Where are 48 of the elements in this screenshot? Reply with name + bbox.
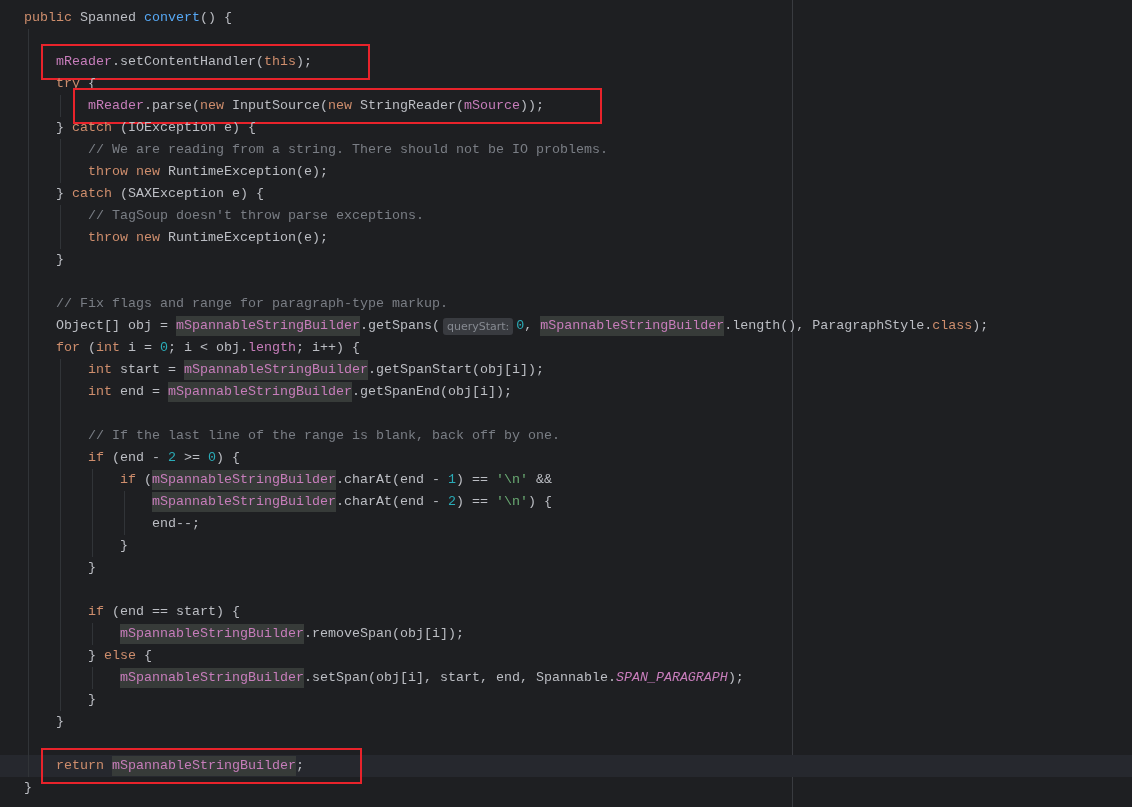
- code-text: return: [56, 757, 105, 775]
- code-text: ;: [295, 757, 304, 775]
- code-text: }: [120, 537, 128, 555]
- code-text: for (int i = 0; i < obj.length; i++) {: [56, 339, 360, 357]
- code-text: } catch (SAXException e) {: [56, 185, 264, 203]
- highlighted-identifier: mSpannableStringBuilder: [184, 360, 368, 380]
- code-text: int start =: [88, 361, 177, 379]
- code-text: .setSpan(obj[i], start, end, Spannable.SPAN_PARAGRAPH);: [303, 669, 744, 687]
- code-text: .getSpanStart(obj[i]);: [367, 361, 544, 379]
- code-text: } else {: [88, 647, 152, 665]
- highlighted-identifier: mSpannableStringBuilder: [540, 316, 725, 336]
- code-text: mReader.setContentHandler(this);: [56, 53, 312, 71]
- code-text: if (end - 2 >= 0) {: [88, 449, 240, 467]
- code-text: }: [56, 713, 64, 731]
- code-text: .removeSpan(obj[i]);: [303, 625, 464, 643]
- code-comment: // TagSoup doesn't throw parse exceptions.: [88, 207, 424, 225]
- code-text: throw new RuntimeException(e);: [88, 163, 328, 181]
- code-text: } catch (IOException e) {: [56, 119, 256, 137]
- code-text: 0,: [516, 317, 534, 335]
- code-text: }: [88, 691, 96, 709]
- highlighted-identifier: mSpannableStringBuilder: [152, 492, 336, 512]
- code-editor[interactable]: [0, 0, 1132, 807]
- code-text: .length(), ParagraphStyle.class);: [724, 317, 989, 335]
- code-comment: // If the last line of the range is blank, back off by one.: [88, 427, 560, 445]
- highlighted-identifier: mSpannableStringBuilder: [152, 470, 336, 490]
- code-text: .charAt(end - 2) == '\n') {: [335, 493, 552, 511]
- code-text: public Spanned convert() {: [24, 9, 232, 27]
- highlighted-identifier: mSpannableStringBuilder: [120, 668, 304, 688]
- code-text: .getSpans(: [359, 317, 440, 335]
- code-comment: // Fix flags and range for paragraph-type markup.: [56, 295, 448, 313]
- code-text: }: [56, 251, 64, 269]
- code-text: .getSpanEnd(obj[i]);: [351, 383, 512, 401]
- highlighted-identifier: mSpannableStringBuilder: [120, 624, 304, 644]
- code-text: }: [88, 559, 96, 577]
- code-text: throw new RuntimeException(e);: [88, 229, 328, 247]
- code-text: Object[] obj =: [56, 317, 169, 335]
- highlighted-identifier: mSpannableStringBuilder: [176, 316, 360, 336]
- highlighted-identifier: mSpannableStringBuilder: [112, 756, 296, 776]
- code-comment: // We are reading from a string. There should not be IO problems.: [88, 141, 608, 159]
- code-text: .charAt(end - 1) == '\n' &&: [335, 471, 552, 489]
- code-text: if (end == start) {: [88, 603, 240, 621]
- code-text: end--;: [152, 515, 200, 533]
- parameter-hint: queryStart:: [442, 317, 514, 335]
- code-text: mReader.parse(new InputSource(new StringReader(mSource));: [88, 97, 544, 115]
- code-text: }: [24, 779, 32, 797]
- code-text: int end =: [88, 383, 161, 401]
- code-text: if (: [120, 471, 152, 489]
- highlighted-identifier: mSpannableStringBuilder: [168, 382, 352, 402]
